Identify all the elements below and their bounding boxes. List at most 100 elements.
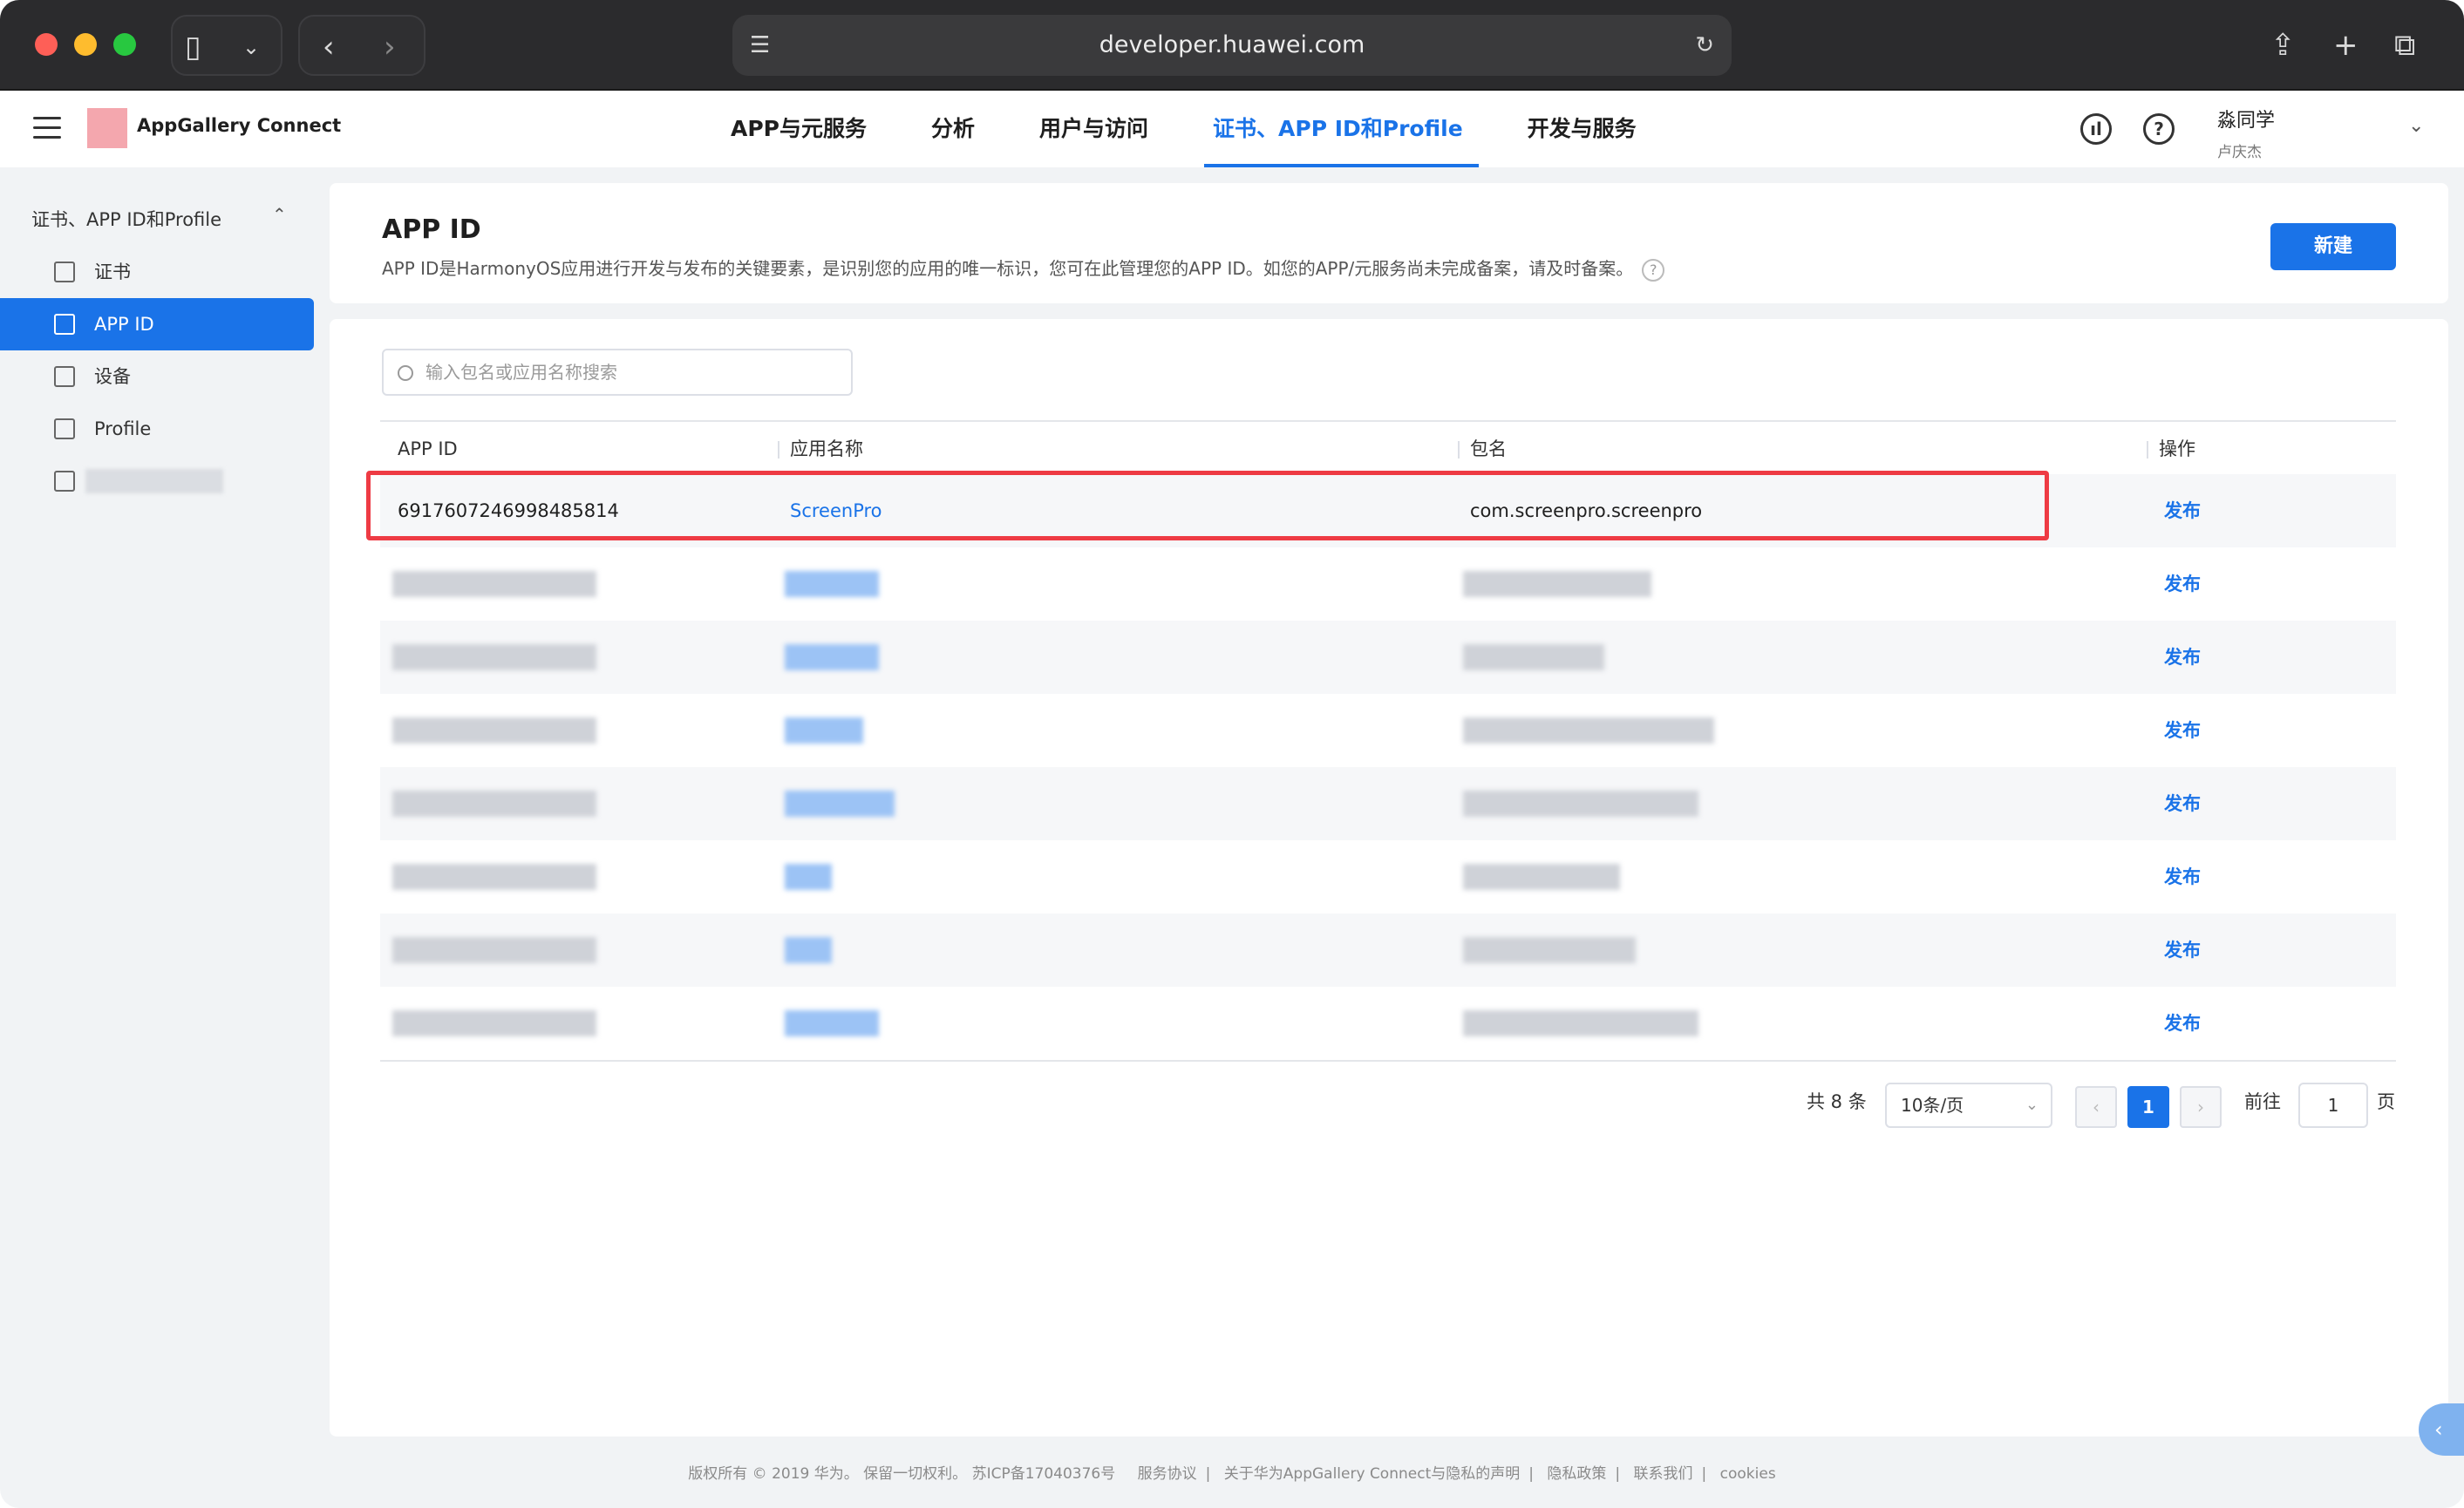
redacted-package <box>1463 644 1604 670</box>
user-name[interactable]: 淼同学 <box>2217 105 2275 132</box>
chevron-down-icon: ⌄ <box>2025 1096 2039 1114</box>
app-header: AppGallery Connect APP与元服务 分析 用户与访问 证书、A… <box>0 91 2464 167</box>
sidebar-section-title[interactable]: 证书、APP ID和Profile <box>31 206 221 232</box>
table-row: 发布 <box>380 694 2396 767</box>
publish-link[interactable]: 发布 <box>2164 914 2201 987</box>
redacted-app-name[interactable] <box>785 644 879 670</box>
column-app-name: 应用名称 <box>790 438 863 459</box>
redacted-app-name[interactable] <box>785 791 895 817</box>
publish-link[interactable]: 发布 <box>2164 474 2201 547</box>
back-icon[interactable]: ‹ <box>323 17 335 78</box>
nav-certificates[interactable]: 证书、APP ID和Profile <box>1197 91 1479 167</box>
footer-link-contact[interactable]: 联系我们 <box>1634 1465 1693 1483</box>
publish-link[interactable]: 发布 <box>2164 547 2201 621</box>
new-button[interactable]: 新建 <box>2270 223 2396 270</box>
copyright-text: 版权所有 © 2019 华为。 保留一切权利。 苏ICP备17040376号 <box>688 1465 1116 1483</box>
minimize-window-button[interactable] <box>74 33 97 56</box>
redacted-package <box>1463 571 1651 597</box>
sidebar-item-app-id[interactable]: APP ID <box>0 298 314 350</box>
voice-icon[interactable]: ıl <box>2080 113 2112 145</box>
browser-window: ▯ ⌄ ‹ › ☰ developer.huawei.com ↻ ⇪ + ⧉ A… <box>0 0 2464 1508</box>
redacted-app-id <box>392 791 596 817</box>
chevron-down-icon[interactable]: ⌄ <box>2408 115 2424 137</box>
redacted-app-name[interactable] <box>785 717 863 744</box>
nav-dev-services[interactable]: 开发与服务 <box>1512 91 1652 167</box>
certificate-icon <box>54 262 75 282</box>
navigation-group[interactable]: ‹ › <box>298 15 425 76</box>
redacted-app-name[interactable] <box>785 937 832 963</box>
nav-users-access[interactable]: 用户与访问 <box>1024 91 1164 167</box>
page-title: APP ID <box>382 214 481 245</box>
chevron-up-icon[interactable]: ⌃ <box>272 204 287 225</box>
table-bottom-border <box>380 1060 2396 1062</box>
app-logo <box>87 108 127 148</box>
new-tab-icon[interactable]: + <box>2333 15 2358 76</box>
collapse-panel-button[interactable]: ‹ <box>2419 1403 2464 1456</box>
user-subtitle: 卢庆杰 <box>2217 144 2262 161</box>
sidebar: 证书、APP ID和Profile ⌃ 证书 APP ID 设备 Profile <box>0 167 324 1508</box>
profile-icon <box>54 418 75 439</box>
footer-link-privacy-statement[interactable]: 关于华为AppGallery Connect与隐私的声明 <box>1224 1465 1520 1483</box>
page-size-select[interactable]: 10条/页 ⌄ <box>1885 1083 2052 1128</box>
table-row: 发布 <box>380 547 2396 621</box>
publish-link[interactable]: 发布 <box>2164 767 2201 840</box>
next-page-button[interactable]: › <box>2180 1086 2222 1128</box>
footer-link-privacy-policy[interactable]: 隐私政策 <box>1547 1465 1606 1483</box>
prev-page-button[interactable]: ‹ <box>2075 1086 2117 1128</box>
sidebar-item-certificates[interactable]: 证书 <box>0 246 314 298</box>
browser-toolbar: ▯ ⌄ ‹ › ☰ developer.huawei.com ↻ ⇪ + ⧉ <box>0 0 2464 91</box>
goto-page-input[interactable] <box>2298 1083 2368 1128</box>
redacted-app-id <box>392 717 596 744</box>
search-box[interactable] <box>382 349 853 396</box>
sidebar-icon[interactable]: ▯ <box>185 17 201 78</box>
redacted-package <box>1463 717 1714 744</box>
reload-icon[interactable]: ↻ <box>1695 15 1714 76</box>
redacted-app-name[interactable] <box>785 571 879 597</box>
search-input[interactable] <box>425 352 844 392</box>
table-header: APP ID 应用名称 包名 操作 <box>380 420 2396 474</box>
share-icon[interactable]: ⇪ <box>2270 15 2296 76</box>
column-divider <box>778 441 779 459</box>
forward-icon[interactable]: › <box>384 17 396 78</box>
sidebar-item-label: APP ID <box>94 314 154 335</box>
url-text[interactable]: developer.huawei.com <box>732 15 1732 76</box>
sidebar-item-label: 证书 <box>94 262 131 282</box>
search-icon <box>398 365 413 381</box>
page-header-card: APP ID APP ID是HarmonyOS应用进行开发与发布的关键要素，是识… <box>330 183 2448 303</box>
menu-icon[interactable] <box>33 117 61 141</box>
close-window-button[interactable] <box>35 33 58 56</box>
nav-analytics[interactable]: 分析 <box>915 91 990 167</box>
tab-overview-icon[interactable]: ⧉ <box>2394 15 2415 76</box>
footer-link-terms[interactable]: 服务协议 <box>1138 1465 1197 1483</box>
publish-link[interactable]: 发布 <box>2164 621 2201 694</box>
chevron-down-icon[interactable]: ⌄ <box>242 17 260 78</box>
table-row: 发布 <box>380 987 2396 1060</box>
question-icon[interactable]: ? <box>1642 258 1665 282</box>
nav-app-services[interactable]: APP与元服务 <box>715 91 882 167</box>
sidebar-toggle-group[interactable]: ▯ ⌄ <box>171 15 282 76</box>
sidebar-item-devices[interactable]: 设备 <box>0 350 314 403</box>
column-divider <box>2147 441 2148 459</box>
redacted-label <box>85 469 223 493</box>
footer-link-cookies[interactable]: cookies <box>1720 1465 1776 1483</box>
sidebar-item-profile[interactable]: Profile <box>0 403 314 455</box>
brand-name[interactable]: AppGallery Connect <box>137 115 341 136</box>
address-bar[interactable]: ☰ developer.huawei.com ↻ <box>732 15 1732 76</box>
help-icon[interactable]: ? <box>2143 113 2175 145</box>
column-action: 操作 <box>2159 438 2195 459</box>
row-highlight-annotation <box>366 471 2049 540</box>
publish-link[interactable]: 发布 <box>2164 987 2201 1060</box>
redacted-app-name[interactable] <box>785 864 832 890</box>
zoom-window-button[interactable] <box>113 33 136 56</box>
sidebar-item-label: 设备 <box>94 366 131 387</box>
top-nav: APP与元服务 分析 用户与访问 证书、APP ID和Profile 开发与服务 <box>715 91 1685 167</box>
page-1-button[interactable]: 1 <box>2127 1086 2169 1128</box>
sidebar-item-label: Profile <box>94 418 152 439</box>
page-description-text: APP ID是HarmonyOS应用进行开发与发布的关键要素，是识别您的应用的唯… <box>382 258 1634 279</box>
sidebar-item-redacted[interactable] <box>0 455 314 507</box>
redacted-app-name[interactable] <box>785 1010 879 1036</box>
publish-link[interactable]: 发布 <box>2164 840 2201 914</box>
page-suffix: 页 <box>2377 1091 2395 1112</box>
publish-link[interactable]: 发布 <box>2164 694 2201 767</box>
redacted-app-id <box>392 864 596 890</box>
